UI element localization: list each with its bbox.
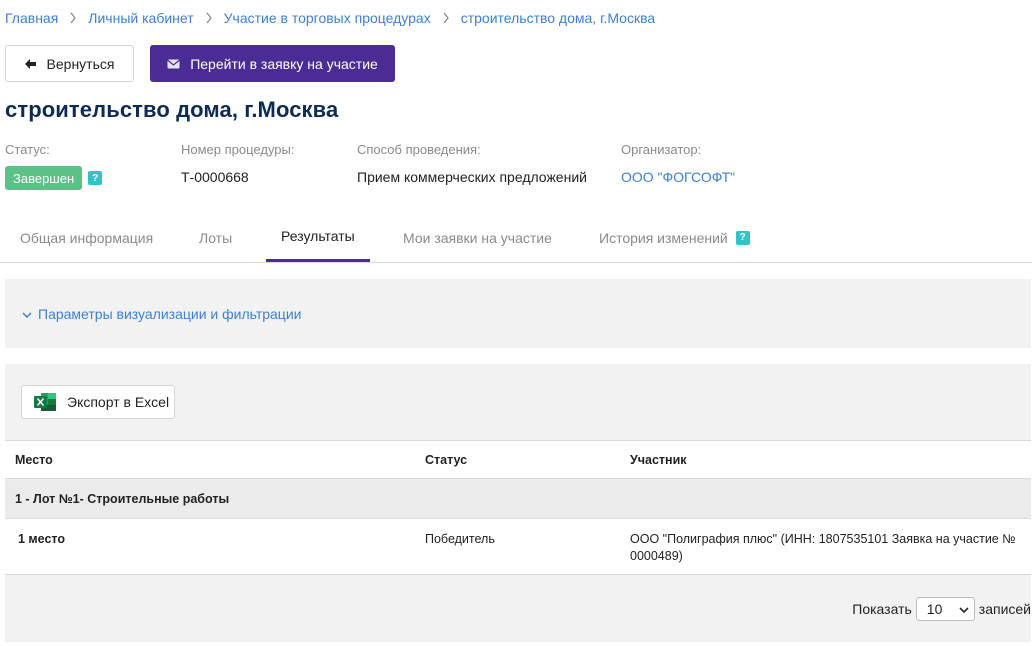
breadcrumb-cabinet[interactable]: Личный кабинет bbox=[88, 10, 193, 26]
column-header-place[interactable]: Место bbox=[5, 440, 415, 479]
procedure-number-value: Т-0000668 bbox=[181, 169, 249, 185]
back-button[interactable]: Вернуться bbox=[5, 45, 134, 82]
participant-cell: ООО "Полиграфия плюс" (ИНН: 1807535101 З… bbox=[620, 518, 1031, 575]
go-to-application-label: Перейти в заявку на участие bbox=[190, 55, 378, 72]
status-block: Статус: Завершен ? bbox=[5, 142, 103, 190]
filter-toggle[interactable]: Параметры визуализации и фильтрации bbox=[5, 279, 1031, 348]
chevron-down-icon bbox=[22, 306, 32, 322]
envelope-icon bbox=[167, 56, 181, 72]
page-size-label: Показать bbox=[852, 601, 912, 617]
organizer-link[interactable]: ООО "ФОГСОФТ" bbox=[621, 169, 735, 185]
tab-results[interactable]: Результаты bbox=[266, 213, 370, 262]
table-row: 1 место Победитель ООО "Полиграфия плюс"… bbox=[5, 518, 1031, 575]
export-excel-label: Экспорт в Excel bbox=[67, 394, 170, 410]
tab-lots[interactable]: Лоты bbox=[184, 213, 247, 262]
method-value: Прием коммерческих предложений bbox=[357, 169, 587, 185]
breadcrumb: Главная Личный кабинет Участие в торговы… bbox=[5, 10, 655, 26]
chevron-down-icon bbox=[959, 601, 969, 617]
records-label: записей bbox=[978, 601, 1031, 617]
table-header-row: Место Статус Участник bbox=[5, 440, 1031, 479]
go-to-application-button[interactable]: Перейти в заявку на участие bbox=[150, 45, 395, 82]
filter-toggle-label: Параметры визуализации и фильтрации bbox=[38, 305, 302, 322]
status-badge: Завершен bbox=[5, 166, 83, 190]
procedure-number-label: Номер процедуры: bbox=[181, 142, 295, 157]
help-icon[interactable]: ? bbox=[88, 171, 103, 185]
results-panel: Экспорт в Excel Место Статус Участник 1 … bbox=[5, 364, 1031, 642]
page-size-value: 10 bbox=[926, 601, 943, 617]
organizer-block: Организатор: ООО "ФОГСОФТ" bbox=[621, 142, 735, 185]
place-cell: 1 место bbox=[5, 518, 415, 575]
tab-bar: Общая информация Лоты Результаты Мои зая… bbox=[0, 213, 1032, 263]
arrow-left-icon bbox=[24, 56, 37, 72]
procedure-number-block: Номер процедуры: Т-0000668 bbox=[181, 142, 295, 185]
lot-group-title: 1 - Лот №1- Строительные работы bbox=[5, 478, 1031, 519]
chevron-right-icon bbox=[58, 12, 88, 24]
page-title: строительство дома, г.Москва bbox=[5, 97, 339, 122]
status-cell: Победитель bbox=[415, 518, 620, 575]
pagination: Показать 10 записей bbox=[852, 597, 1031, 621]
results-table: Место Статус Участник 1 - Лот №1- Строит… bbox=[5, 440, 1031, 575]
excel-icon bbox=[34, 392, 57, 412]
column-header-participant[interactable]: Участник bbox=[620, 440, 1031, 479]
breadcrumb-current[interactable]: строительство дома, г.Москва bbox=[461, 10, 655, 26]
help-icon[interactable]: ? bbox=[735, 230, 750, 245]
status-label: Статус: bbox=[5, 142, 50, 157]
tab-change-history-label: История изменений bbox=[599, 229, 728, 246]
organizer-label: Организатор: bbox=[621, 142, 702, 157]
tab-my-applications[interactable]: Мои заявки на участие bbox=[388, 213, 567, 262]
back-button-label: Вернуться bbox=[46, 55, 115, 72]
tab-change-history[interactable]: История изменений ? bbox=[584, 213, 765, 262]
lot-group-row: 1 - Лот №1- Строительные работы bbox=[5, 478, 1031, 519]
chevron-right-icon bbox=[431, 12, 461, 24]
method-block: Способ проведения: Прием коммерческих пр… bbox=[357, 142, 587, 185]
column-header-status[interactable]: Статус bbox=[415, 440, 620, 479]
action-bar: Вернуться Перейти в заявку на участие bbox=[5, 45, 395, 82]
tab-general-info[interactable]: Общая информация bbox=[5, 213, 168, 262]
export-excel-button[interactable]: Экспорт в Excel bbox=[21, 385, 175, 419]
breadcrumb-home[interactable]: Главная bbox=[5, 10, 58, 26]
chevron-right-icon bbox=[194, 12, 224, 24]
method-label: Способ проведения: bbox=[357, 142, 481, 157]
breadcrumb-procedures[interactable]: Участие в торговых процедурах bbox=[224, 10, 431, 26]
page-size-select[interactable]: 10 bbox=[915, 597, 975, 621]
